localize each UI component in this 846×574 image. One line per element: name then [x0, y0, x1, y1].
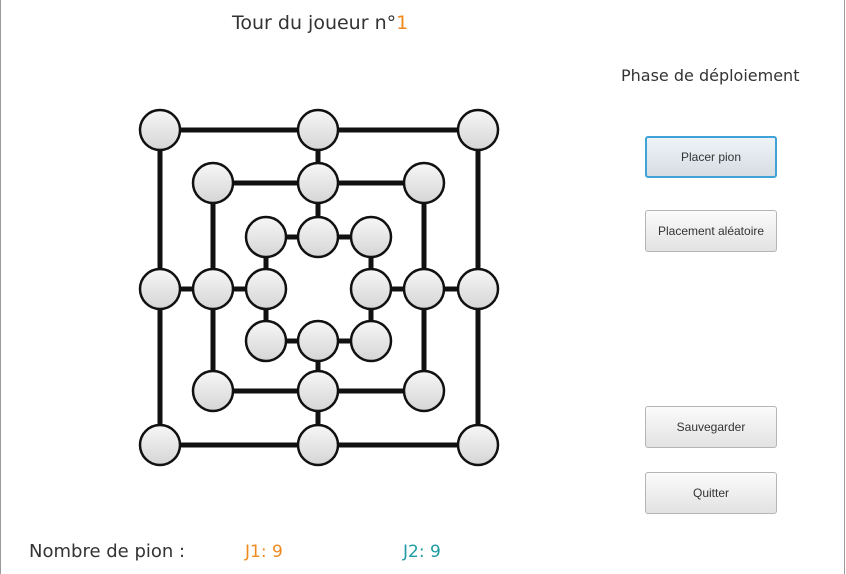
- board-point-middle-1-0[interactable]: [191, 267, 235, 311]
- board-point-outer-0-1[interactable]: [296, 108, 340, 152]
- board-point-middle-0-1[interactable]: [296, 161, 340, 205]
- board-point-middle-0-2[interactable]: [402, 161, 446, 205]
- board-point-middle-0-0[interactable]: [191, 161, 235, 205]
- player1-count: J1: 9: [245, 542, 283, 562]
- random-placement-button[interactable]: Placement aléatoire: [645, 210, 777, 252]
- board-point-inner-2-2[interactable]: [349, 319, 393, 363]
- board-point-middle-2-1[interactable]: [296, 369, 340, 413]
- board-point-outer-1-2[interactable]: [456, 267, 500, 311]
- board-point-inner-1-0[interactable]: [244, 267, 288, 311]
- board-point-inner-0-1[interactable]: [296, 215, 340, 259]
- board-point-outer-0-0[interactable]: [138, 108, 182, 152]
- board-point-inner-1-2[interactable]: [349, 267, 393, 311]
- board-point-outer-1-0[interactable]: [138, 267, 182, 311]
- board-point-middle-1-2[interactable]: [402, 267, 446, 311]
- board-point-inner-2-1[interactable]: [296, 319, 340, 363]
- save-button[interactable]: Sauvegarder: [645, 406, 777, 448]
- board-point-outer-2-2[interactable]: [456, 423, 500, 467]
- quit-button[interactable]: Quitter: [645, 472, 777, 514]
- board-point-outer-0-2[interactable]: [456, 108, 500, 152]
- player2-count: J2: 9: [403, 542, 441, 562]
- board-point-middle-2-2[interactable]: [402, 369, 446, 413]
- board-point-outer-2-0[interactable]: [138, 423, 182, 467]
- board-points: [138, 108, 500, 467]
- board-point-inner-0-0[interactable]: [244, 215, 288, 259]
- piece-count-label: Nombre de pion :: [29, 541, 186, 562]
- board-point-outer-2-1[interactable]: [296, 423, 340, 467]
- board-point-middle-2-0[interactable]: [191, 369, 235, 413]
- board-point-inner-0-2[interactable]: [349, 215, 393, 259]
- board-point-inner-2-0[interactable]: [244, 319, 288, 363]
- place-piece-button[interactable]: Placer pion: [645, 136, 777, 178]
